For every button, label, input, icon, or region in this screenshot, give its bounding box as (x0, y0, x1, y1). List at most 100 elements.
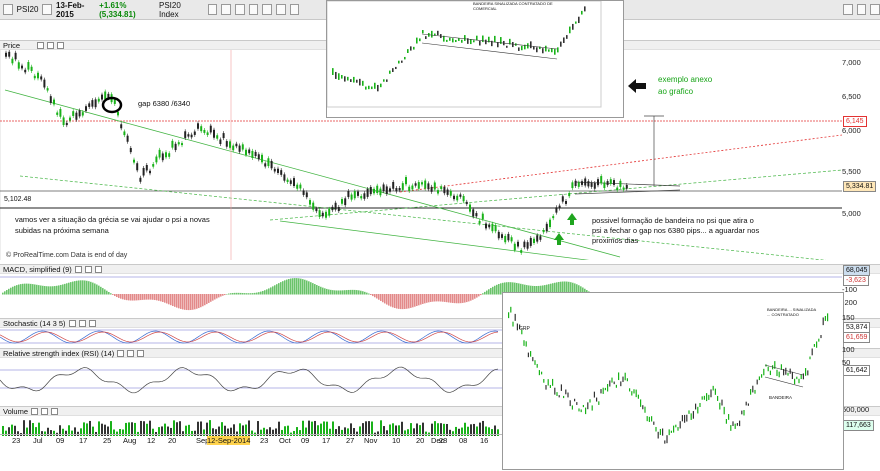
close-icon[interactable] (51, 407, 59, 415)
inset-candle (410, 46, 412, 51)
macd-bar (420, 294, 422, 305)
config-icon[interactable] (127, 349, 135, 357)
drawing-icon[interactable] (289, 4, 300, 15)
export-icon[interactable] (843, 4, 853, 15)
macd-bar (454, 294, 456, 304)
candle-body (267, 158, 270, 167)
candle-body (549, 219, 551, 228)
macd-bar (154, 294, 156, 301)
macd-bar (150, 294, 152, 300)
inset2-candle (721, 399, 723, 406)
macd-bar (92, 282, 94, 295)
time-axis-label: 12-Sep-2014 (207, 436, 251, 445)
add-indicator-icon[interactable] (275, 4, 286, 15)
close-icon[interactable] (57, 41, 65, 49)
calendar-icon[interactable] (42, 4, 53, 15)
inset2-candle (664, 440, 666, 444)
config-icon[interactable] (78, 319, 86, 327)
candle-body (37, 72, 39, 79)
time-axis-label: 09 (56, 436, 65, 445)
inset2-candle (809, 356, 811, 360)
config-icon[interactable] (41, 407, 49, 415)
settings-icon[interactable] (235, 4, 245, 15)
inset-svg (326, 0, 602, 108)
wrench-icon[interactable] (117, 349, 125, 357)
tool-icon[interactable] (207, 4, 218, 15)
macd-bar (282, 281, 284, 295)
candle-body (46, 88, 49, 91)
candle-body (561, 196, 564, 202)
close-icon[interactable] (137, 349, 145, 357)
print-icon[interactable] (262, 4, 272, 15)
candle-body (299, 184, 302, 189)
wrench-icon[interactable] (37, 41, 45, 49)
refresh-icon[interactable] (248, 4, 259, 15)
macd-bar (252, 293, 254, 295)
grp-label: GRP (519, 326, 530, 332)
bandeira-label: BANDEIRA (769, 395, 793, 400)
inset-candle (566, 35, 568, 39)
macd-bar (390, 294, 392, 307)
inset2-candle (752, 385, 754, 393)
candle-body (334, 202, 337, 210)
inset-candle (365, 86, 367, 90)
inset2-candle (622, 376, 624, 383)
inset2-candle (681, 415, 683, 422)
inset2-candle (741, 410, 743, 415)
wrench-icon[interactable] (68, 319, 76, 327)
inset2-candle (791, 371, 793, 380)
candle-body (577, 182, 580, 187)
inset2-candle (508, 312, 510, 319)
config-icon[interactable] (47, 41, 55, 49)
inset-candle (461, 39, 463, 43)
inset-candle (581, 10, 583, 15)
close-icon[interactable] (94, 265, 102, 273)
candle-body (24, 69, 27, 73)
candle-body (241, 144, 244, 150)
close-icon[interactable] (88, 319, 96, 327)
candle-body (379, 188, 382, 196)
macd-bar (316, 285, 318, 295)
macd-bar (244, 293, 246, 295)
inset2-candle (532, 357, 534, 362)
inset2-candle (589, 399, 591, 403)
macd-bar (12, 286, 14, 295)
macd-bar (118, 294, 120, 298)
inset2-candle (763, 368, 765, 376)
menu-icon[interactable] (3, 4, 13, 15)
macd-bar (76, 280, 78, 295)
macd-bar (210, 294, 212, 302)
zoom-icon[interactable] (221, 4, 232, 15)
inset2-candle (789, 368, 791, 374)
inset2-candle (778, 371, 780, 378)
config-icon[interactable] (84, 265, 92, 273)
macd-bar (356, 290, 358, 295)
wrench-icon[interactable] (74, 265, 82, 273)
candle-body (414, 183, 417, 186)
inset2-candle (556, 392, 558, 397)
inset2-candle (747, 403, 749, 406)
candle-body (190, 134, 193, 138)
options-icon[interactable] (870, 4, 880, 15)
macd-bar (192, 294, 194, 310)
inset-candle (383, 79, 385, 82)
candle-body (261, 154, 263, 163)
inset-tag2: 61,659 (843, 332, 871, 343)
macd-bar (240, 292, 242, 295)
macd-bar (284, 280, 286, 295)
macd-bar (462, 294, 464, 303)
wrench-icon[interactable] (31, 407, 39, 415)
time-axis-label: 25 (103, 436, 112, 445)
symbol-label[interactable]: PSI20 (17, 5, 39, 14)
inset2-candle (732, 421, 734, 427)
candle-body (238, 145, 241, 152)
candle-body (344, 198, 347, 206)
inset-candle (350, 79, 352, 82)
inset2-candle (798, 378, 800, 384)
macd-bar (44, 286, 46, 295)
macd-bar (112, 294, 114, 295)
layout-icon[interactable] (856, 4, 867, 15)
candle-body (321, 212, 324, 217)
inset2-candle (730, 425, 732, 431)
macd-bar (200, 294, 202, 308)
